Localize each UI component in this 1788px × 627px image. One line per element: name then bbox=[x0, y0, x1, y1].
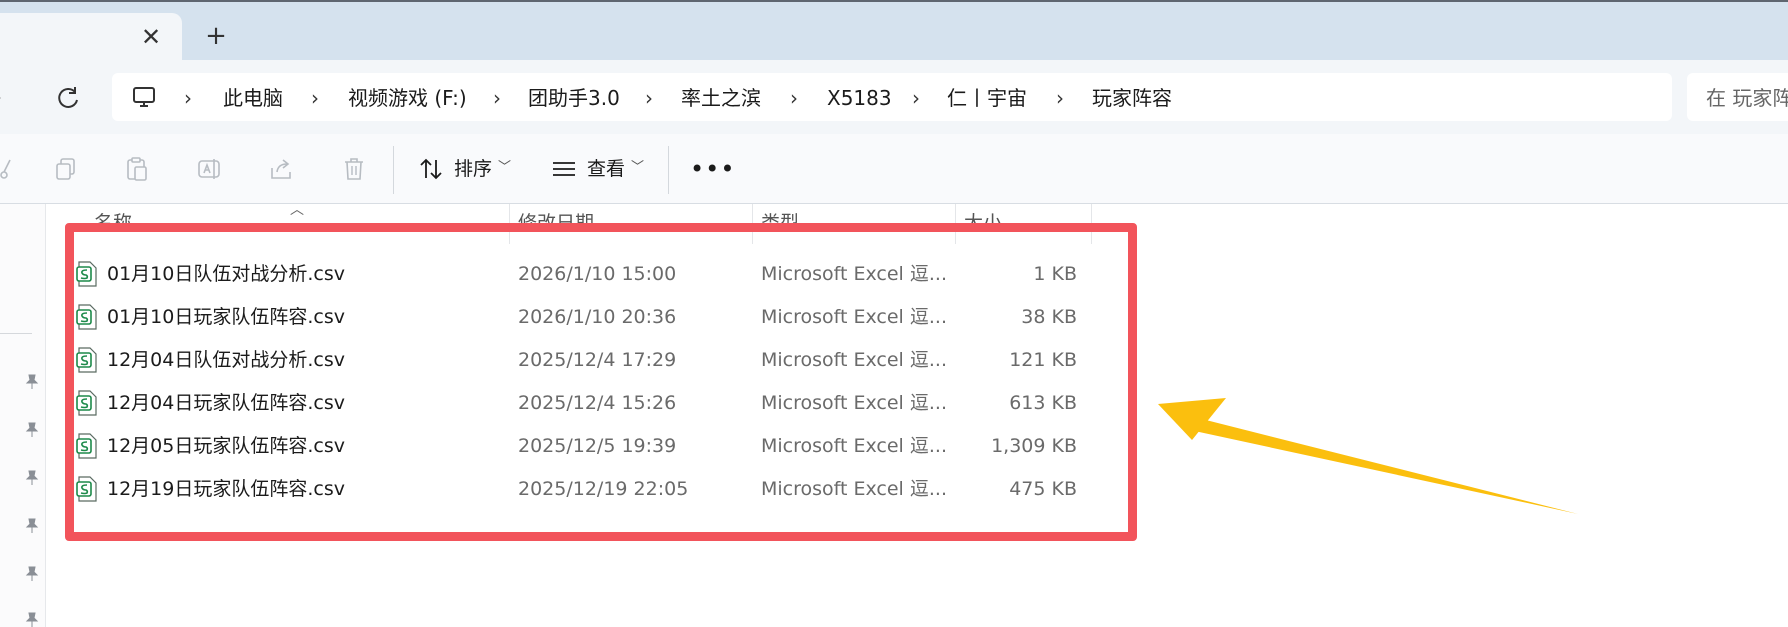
view-icon[interactable] bbox=[551, 156, 577, 182]
breadcrumb-separator[interactable]: › bbox=[912, 84, 920, 112]
nav-pane-divider bbox=[0, 333, 32, 334]
pin-icon[interactable] bbox=[22, 610, 42, 627]
this-pc-icon[interactable] bbox=[131, 84, 157, 110]
breadcrumb-folder-server[interactable]: X5183 bbox=[827, 84, 892, 112]
toolbar-divider bbox=[393, 146, 394, 194]
sort-ascending-icon: ︿ bbox=[290, 202, 304, 218]
chevron-down-icon[interactable]: ﹀ bbox=[498, 158, 511, 178]
breadcrumb-current-folder[interactable]: 玩家阵容 bbox=[1092, 84, 1172, 112]
search-placeholder[interactable]: 在 玩家阵 bbox=[1706, 84, 1788, 112]
delete-icon[interactable] bbox=[341, 156, 367, 182]
more-options-button[interactable]: ••• bbox=[690, 156, 735, 182]
pin-icon[interactable] bbox=[22, 564, 42, 584]
breadcrumb-separator[interactable]: › bbox=[790, 84, 798, 112]
highlight-box bbox=[65, 223, 1137, 541]
address-bar[interactable] bbox=[112, 73, 1672, 121]
breadcrumb-separator[interactable]: › bbox=[1056, 84, 1064, 112]
breadcrumb-folder-alliance[interactable]: 仁丨宇宙 bbox=[947, 84, 1027, 112]
share-icon[interactable] bbox=[268, 156, 294, 182]
plus-icon[interactable]: + bbox=[203, 23, 229, 50]
breadcrumb-separator[interactable]: › bbox=[311, 84, 319, 112]
close-icon[interactable]: ✕ bbox=[138, 24, 164, 50]
breadcrumb-folder-tool[interactable]: 团助手3.0 bbox=[528, 84, 620, 112]
sort-button[interactable]: 排序 bbox=[454, 156, 492, 182]
toolbar-divider bbox=[668, 146, 669, 194]
sort-icon[interactable] bbox=[418, 156, 444, 182]
breadcrumb-this-pc[interactable]: 此电脑 bbox=[223, 84, 283, 112]
pin-icon[interactable] bbox=[22, 420, 42, 440]
copy-icon[interactable] bbox=[53, 156, 79, 182]
back-arrow-icon[interactable]: › bbox=[0, 85, 2, 109]
refresh-icon[interactable] bbox=[54, 84, 82, 112]
paste-icon[interactable] bbox=[124, 156, 150, 182]
pin-icon[interactable] bbox=[22, 468, 42, 488]
chevron-down-icon[interactable]: ﹀ bbox=[631, 158, 644, 178]
title-bar bbox=[0, 0, 1788, 60]
pin-icon[interactable] bbox=[22, 516, 42, 536]
breadcrumb-drive[interactable]: 视频游戏 (F:) bbox=[348, 84, 467, 112]
breadcrumb-separator[interactable]: › bbox=[493, 84, 501, 112]
breadcrumb-separator[interactable]: › bbox=[184, 84, 192, 112]
cut-icon[interactable] bbox=[0, 156, 16, 182]
rename-icon[interactable] bbox=[196, 156, 222, 182]
view-button[interactable]: 查看 bbox=[587, 156, 625, 182]
breadcrumb-separator[interactable]: › bbox=[645, 84, 653, 112]
breadcrumb-folder-game[interactable]: 率土之滨 bbox=[681, 84, 761, 112]
pin-icon[interactable] bbox=[22, 372, 42, 392]
